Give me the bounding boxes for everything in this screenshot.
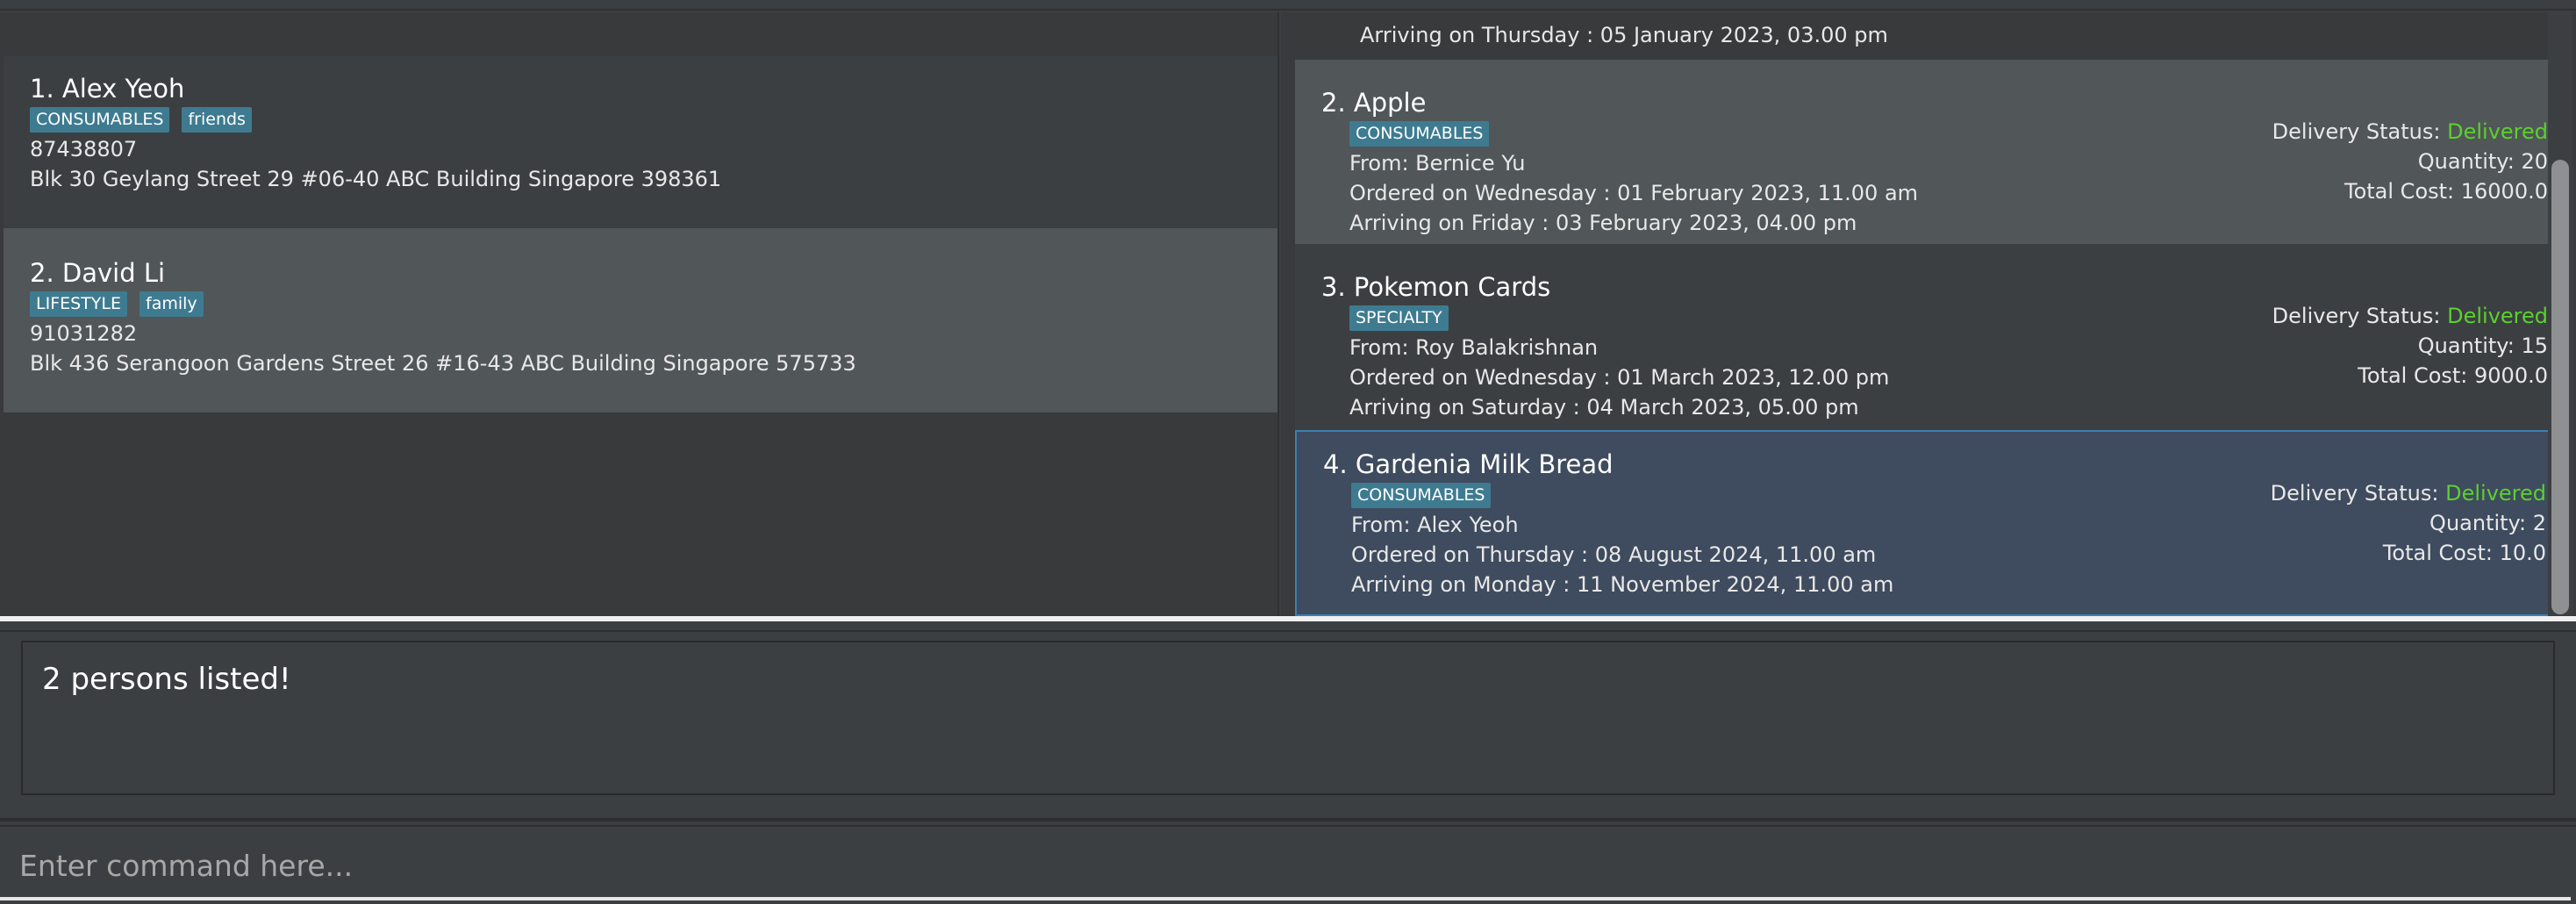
delivery-arriving: Arriving on Friday : 03 February 2023, 0…: [1349, 211, 1857, 235]
delivery-arriving: Arriving on Saturday : 04 March 2023, 05…: [1349, 395, 1859, 420]
tag: CONSUMABLES: [30, 107, 170, 133]
person-card[interactable]: 2. David Li LIFESTYLE family 91031282 Bl…: [4, 228, 1277, 413]
tag: CONSUMABLES: [1349, 121, 1490, 147]
delivery-tags: SPECIALTY: [1349, 305, 1449, 331]
delivery-ordered: Ordered on Thursday : 08 August 2024, 11…: [1351, 542, 1877, 567]
delivery-quantity: Quantity: 20: [2417, 149, 2548, 174]
delivery-status: Delivery Status: Delivered: [2272, 119, 2548, 144]
delivery-status-value: Delivered: [2445, 481, 2546, 506]
result-display-panel: 2 persons listed!: [0, 632, 2576, 821]
tag: CONSUMABLES: [1351, 483, 1492, 508]
person-address: Blk 436 Serangoon Gardens Street 26 #16-…: [30, 351, 856, 376]
tag: LIFESTYLE: [30, 291, 127, 317]
delivery-from: From: Alex Yeoh: [1351, 513, 1519, 537]
person-phone: 87438807: [30, 137, 138, 161]
delivery-tags: CONSUMABLES: [1351, 483, 1492, 508]
delivery-tags: CONSUMABLES: [1349, 121, 1490, 147]
split-divider[interactable]: [0, 616, 2576, 632]
person-card[interactable]: 1. Alex Yeoh CONSUMABLES friends 8743880…: [4, 56, 1277, 228]
person-address: Blk 30 Geylang Street 29 #06-40 ABC Buil…: [30, 167, 722, 191]
delivery-total-cost: Total Cost: 10.0: [2382, 541, 2546, 565]
person-name: 1. Alex Yeoh: [30, 74, 185, 104]
delivery-quantity: Quantity: 15: [2417, 334, 2548, 358]
delivery-status-label: Delivery Status:: [2270, 481, 2446, 506]
delivery-name: 3. Pokemon Cards: [1321, 272, 1551, 302]
person-phone: 91031282: [30, 321, 138, 346]
command-box-panel: [0, 825, 2576, 904]
delivery-name: 2. Apple: [1321, 88, 1427, 118]
person-name: 2. David Li: [30, 258, 166, 288]
delivery-status-label: Delivery Status:: [2272, 304, 2448, 328]
delivery-status: Delivery Status: Delivered: [2272, 304, 2548, 328]
delivery-status-value: Delivered: [2447, 119, 2548, 144]
delivery-arriving: Arriving on Monday : 11 November 2024, 1…: [1351, 572, 1894, 597]
delivery-list-panel[interactable]: Arriving on Thursday : 05 January 2023, …: [1281, 12, 2576, 616]
delivery-status-value: Delivered: [2447, 304, 2548, 328]
tag: family: [140, 291, 204, 317]
delivery-total-cost: Total Cost: 16000.0: [2344, 179, 2548, 204]
delivery-from: From: Bernice Yu: [1349, 151, 1526, 176]
tag: SPECIALTY: [1349, 305, 1449, 331]
delivery-from: From: Roy Balakrishnan: [1349, 335, 1599, 360]
result-message: 2 persons listed!: [42, 662, 291, 697]
person-tags: CONSUMABLES friends: [30, 107, 252, 133]
top-strip: [0, 0, 2576, 11]
delivery-total-cost: Total Cost: 9000.0: [2358, 363, 2548, 388]
delivery-ordered: Ordered on Wednesday : 01 March 2023, 12…: [1349, 365, 1890, 390]
delivery-card-selected[interactable]: 4. Gardenia Milk Bread CONSUMABLES From:…: [1295, 430, 2558, 616]
result-display: 2 persons listed!: [21, 641, 2555, 795]
delivery-arriving: Arriving on Thursday : 05 January 2023, …: [1360, 23, 1888, 47]
delivery-card[interactable]: 3. Pokemon Cards SPECIALTY From: Roy Bal…: [1295, 244, 2558, 430]
delivery-quantity: Quantity: 2: [2429, 511, 2546, 535]
app-window: 1. Alex Yeoh CONSUMABLES friends 8743880…: [0, 0, 2576, 904]
delivery-ordered: Ordered on Wednesday : 01 February 2023,…: [1349, 181, 1919, 205]
command-input[interactable]: [0, 834, 2571, 900]
delivery-card[interactable]: 2. Apple CONSUMABLES From: Bernice Yu Or…: [1295, 60, 2558, 244]
delivery-card[interactable]: Arriving on Thursday : 05 January 2023, …: [1295, 12, 2558, 56]
delivery-status-label: Delivery Status:: [2272, 119, 2448, 144]
delivery-scrollbar-thumb[interactable]: [2551, 160, 2569, 614]
tag: friends: [182, 107, 252, 133]
delivery-status: Delivery Status: Delivered: [2271, 481, 2546, 506]
person-list-panel[interactable]: 1. Alex Yeoh CONSUMABLES friends 8743880…: [0, 12, 1279, 616]
delivery-name: 4. Gardenia Milk Bread: [1323, 449, 1614, 479]
person-tags: LIFESTYLE family: [30, 291, 204, 317]
